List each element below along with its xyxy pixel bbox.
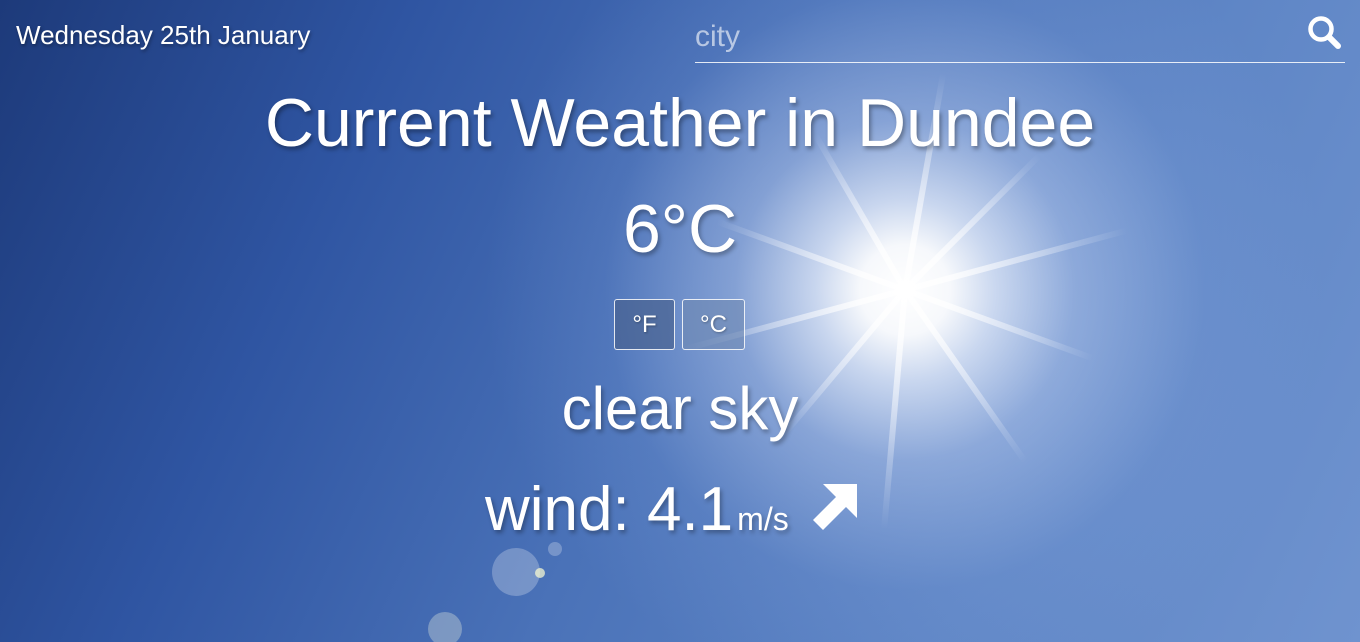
- weather-page: Wednesday 25th January Current Weather i…: [0, 0, 1360, 642]
- search-button[interactable]: [1305, 14, 1345, 54]
- wind-unit: m/s: [737, 501, 789, 537]
- city-search-input[interactable]: [695, 16, 1295, 58]
- current-date: Wednesday 25th January: [16, 20, 311, 50]
- arrow-up-right-icon: [809, 478, 861, 534]
- lens-flare: [492, 548, 540, 596]
- city-search: [695, 14, 1345, 63]
- wind-info: wind: 4.1 m/s: [485, 474, 861, 545]
- wind-speed: wind: 4.1: [485, 475, 734, 544]
- lens-flare: [428, 612, 462, 642]
- celsius-button[interactable]: °C: [682, 299, 745, 350]
- weather-description: clear sky: [561, 375, 799, 442]
- unit-toggle: °F °C: [614, 299, 745, 350]
- search-icon: [1308, 16, 1341, 49]
- temperature-value: 6°C: [622, 191, 738, 267]
- page-title: Current Weather in Dundee: [264, 85, 1096, 161]
- fahrenheit-button[interactable]: °F: [614, 299, 675, 350]
- lens-flare: [535, 568, 545, 578]
